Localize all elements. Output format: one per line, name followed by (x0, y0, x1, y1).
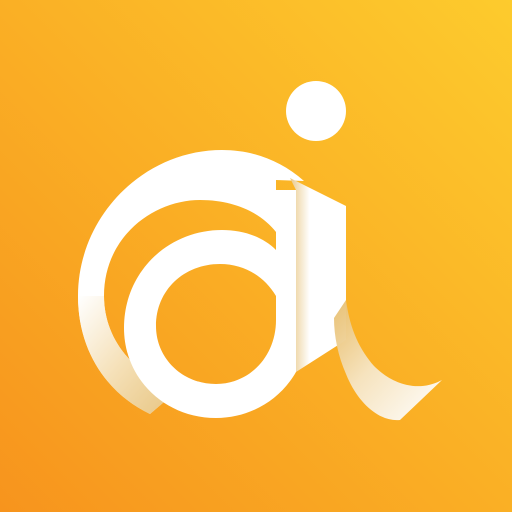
app-logo-icon (0, 0, 512, 512)
app-icon (0, 0, 512, 512)
logo-dot (286, 81, 346, 141)
